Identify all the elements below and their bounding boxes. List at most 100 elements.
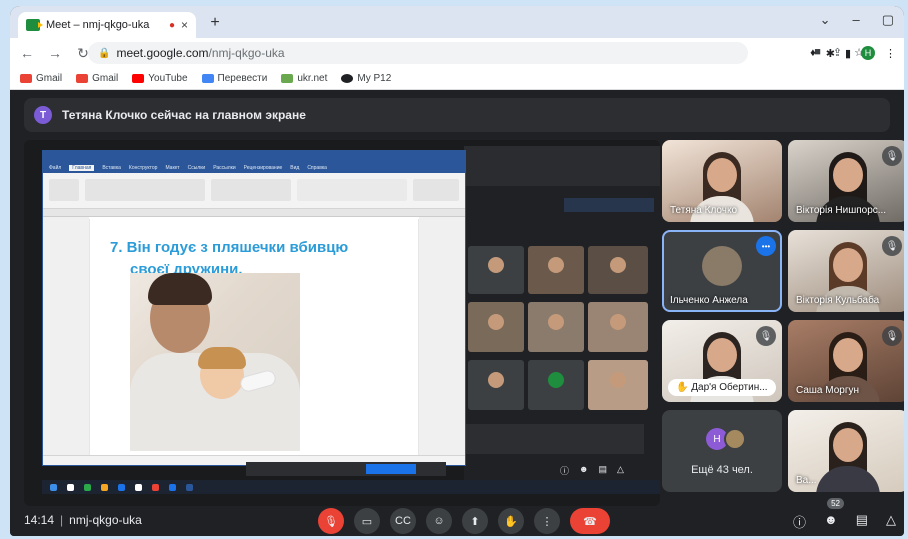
back-icon[interactable]: ← <box>16 45 38 61</box>
app-icon <box>84 483 91 491</box>
font-group <box>85 179 205 201</box>
nested-face <box>548 257 564 274</box>
bookmark-gmail-1[interactable]: Gmail <box>20 73 62 84</box>
present-button[interactable]: ⬆ <box>462 508 488 534</box>
nested-face <box>548 314 564 330</box>
meeting-details-icon[interactable]: ⓘ <box>793 512 806 531</box>
new-tab-button[interactable]: + <box>204 14 226 34</box>
word-page: 7. Він годує з пляшечки вбивцю своєї дру… <box>89 219 419 465</box>
bookmark-translate[interactable]: Перевести <box>201 73 267 84</box>
call-controls: 🎙 ▭ CC ☺ ⬆ ✋ ⋮ ☎ <box>318 508 610 534</box>
meet-icon <box>26 19 43 31</box>
participant-tile[interactable]: Тетяна Клочко <box>662 140 782 222</box>
nested-face <box>610 257 626 274</box>
bookmark-label: YouTube <box>148 73 188 84</box>
word-margin-right <box>419 217 465 465</box>
people-icon[interactable]: ☻ <box>824 512 838 531</box>
bookmark-myp12[interactable]: My P12 <box>341 73 391 84</box>
leave-call-button[interactable]: ☎ <box>570 508 610 534</box>
more-participants-tile[interactable]: H Ещё 43 чел. <box>662 410 782 492</box>
info-icon: ⓘ <box>560 466 570 476</box>
people-icon: ☻ <box>579 464 589 474</box>
activities-icon[interactable]: △ <box>886 512 896 531</box>
participant-name: Ільченко Анжела <box>670 295 748 306</box>
tab-title: Meet – nmj-qkgo-uka <box>46 19 150 31</box>
presentation-screen[interactable]: ⓘ ☻ ▤ △ Файл Главная Вставка Конструктор Ма… <box>24 140 660 506</box>
participant-tile[interactable]: Ва... <box>788 410 904 492</box>
app-icon <box>169 483 176 491</box>
participant-tile[interactable]: 🎙 Вікторія Кульбаба <box>788 230 904 312</box>
captions-button[interactable]: CC <box>390 508 416 534</box>
nested-face <box>548 372 564 388</box>
word-tab: Вид <box>290 165 300 171</box>
participant-tile[interactable]: 🎙 ✋ Дар'я Обертин... <box>662 320 782 402</box>
word-tab: Главная <box>69 165 95 171</box>
word-ruler <box>43 209 465 217</box>
participant-tile[interactable]: 🎙 Вікторія Нишпорс... <box>788 140 904 222</box>
window-controls: ⌄ – ▢ <box>820 12 894 28</box>
word-tab: Макет <box>165 165 180 171</box>
bookmark-gmail-2[interactable]: Gmail <box>76 73 118 84</box>
puzzle-icon[interactable]: ✱ <box>826 47 835 60</box>
tile-face <box>833 428 863 462</box>
word-tab: Справка <box>307 165 327 171</box>
participant-tile[interactable]: ••• Ільченко Анжела <box>662 230 782 312</box>
lock-icon[interactable]: 🔒 <box>98 48 110 59</box>
paragraph-group <box>211 179 291 201</box>
more-options-button[interactable]: ⋮ <box>534 508 560 534</box>
recording-dot-icon: ● <box>168 19 175 31</box>
tab-close-icon[interactable]: × <box>181 18 188 32</box>
sidepanel-icon[interactable]: ▮ <box>845 47 851 60</box>
camera-button[interactable]: ▭ <box>354 508 380 534</box>
word-window: Файл Главная Вставка Конструктор Макет С… <box>42 150 466 466</box>
start-icon <box>50 483 57 491</box>
extensions-area: ♦ ✱ ▮ H ⋮ <box>810 46 896 60</box>
raise-hand-button[interactable]: ✋ <box>498 508 524 534</box>
nested-browser-bar <box>464 146 660 186</box>
bookmark-label: My P12 <box>357 73 392 84</box>
participant-name: Дар'я Обертин... <box>691 382 768 393</box>
participant-avatar <box>702 246 742 286</box>
bookmark-label: Gmail <box>92 73 119 84</box>
clipboard-group <box>49 179 79 201</box>
tab-strip: Meet – nmj-qkgo-uka ● × + ⌄ – ▢ <box>10 6 904 38</box>
meeting-info: 14:14 | nmj-qkgo-uka <box>24 513 142 527</box>
nested-meet-screen: ⓘ ☻ ▤ △ <box>464 146 660 492</box>
browser-tab-meet[interactable]: Meet – nmj-qkgo-uka ● × <box>18 12 196 38</box>
bookmark-youtube[interactable]: YouTube <box>132 73 188 84</box>
word-margin-left <box>43 217 89 465</box>
forward-icon[interactable]: → <box>44 45 66 61</box>
editing-group <box>413 179 459 201</box>
menu-icon[interactable]: ⋮ <box>885 47 896 60</box>
speaking-indicator-icon: ••• <box>756 236 776 256</box>
url-path: /nmj-qkgo-uka <box>208 46 285 60</box>
address-bar[interactable]: 🔒 meet.google.com/nmj-qkgo-uka <box>88 42 748 64</box>
nested-tile <box>528 246 584 294</box>
profile-avatar[interactable]: H <box>861 46 875 60</box>
nested-face <box>610 372 626 388</box>
tab-search-icon[interactable]: ⌄ <box>820 12 831 28</box>
word-ribbon-tabs: Файл Главная Вставка Конструктор Макет С… <box>43 163 465 173</box>
maximize-button[interactable]: ▢ <box>882 12 894 28</box>
app-icon <box>135 483 142 491</box>
word-tab: Вставка <box>102 165 121 171</box>
nested-stop-presenting-button <box>564 198 654 212</box>
participant-tile[interactable]: 🎙 Саша Моргун <box>788 320 904 402</box>
mic-off-icon: 🎙 <box>882 236 902 256</box>
mic-off-button[interactable]: 🎙 <box>318 508 344 534</box>
minimize-button[interactable]: – <box>852 12 859 28</box>
extension-icon[interactable]: ♦ <box>810 47 816 59</box>
tile-face <box>707 338 737 372</box>
mic-off-icon: 🎙 <box>882 326 902 346</box>
tile-face <box>833 248 863 282</box>
nested-face <box>488 257 504 274</box>
emoji-button[interactable]: ☺ <box>426 508 452 534</box>
participant-name: Ва... <box>796 475 817 486</box>
word-ribbon <box>43 173 465 209</box>
url-host: meet.google.com <box>116 46 209 60</box>
chat-icon[interactable]: ▤ <box>856 512 868 531</box>
meeting-code: nmj-qkgo-uka <box>69 513 142 527</box>
word-taskbar-icon <box>186 483 193 491</box>
participant-name: Вікторія Нишпорс... <box>796 205 887 216</box>
bookmark-ukrnet[interactable]: ukr.net <box>281 73 327 84</box>
